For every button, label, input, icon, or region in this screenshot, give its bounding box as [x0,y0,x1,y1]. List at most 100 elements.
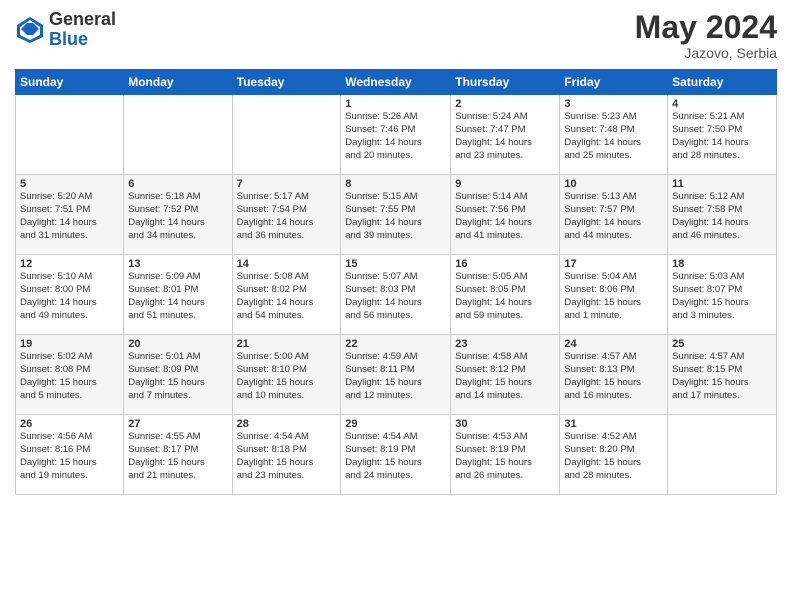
day-number: 30 [455,418,555,430]
location: Jazovo, Serbia [635,45,777,61]
day-number: 22 [345,338,446,350]
calendar-cell: 2Sunrise: 5:24 AM Sunset: 7:47 PM Daylig… [451,95,560,175]
day-number: 20 [128,338,227,350]
weekday-header: Saturday [668,70,777,95]
day-info: Sunrise: 5:13 AM Sunset: 7:57 PM Dayligh… [564,191,663,242]
main-container: General Blue May 2024 Jazovo, Serbia Sun… [0,0,792,505]
calendar-cell [124,95,232,175]
day-number: 17 [564,258,663,270]
day-number: 7 [237,178,337,190]
calendar-cell: 9Sunrise: 5:14 AM Sunset: 7:56 PM Daylig… [451,175,560,255]
header: General Blue May 2024 Jazovo, Serbia [15,10,777,61]
day-number: 5 [20,178,119,190]
logo-icon [15,15,45,45]
day-number: 19 [20,338,119,350]
day-info: Sunrise: 5:26 AM Sunset: 7:46 PM Dayligh… [345,111,446,162]
calendar-week-row: 12Sunrise: 5:10 AM Sunset: 8:00 PM Dayli… [16,255,777,335]
day-info: Sunrise: 4:53 AM Sunset: 8:19 PM Dayligh… [455,431,555,482]
day-info: Sunrise: 5:10 AM Sunset: 8:00 PM Dayligh… [20,271,119,322]
calendar-cell: 16Sunrise: 5:05 AM Sunset: 8:05 PM Dayli… [451,255,560,335]
day-number: 10 [564,178,663,190]
day-number: 14 [237,258,337,270]
day-number: 1 [345,98,446,110]
day-info: Sunrise: 5:04 AM Sunset: 8:06 PM Dayligh… [564,271,663,322]
calendar-cell: 26Sunrise: 4:56 AM Sunset: 8:16 PM Dayli… [16,415,124,495]
calendar-cell: 6Sunrise: 5:18 AM Sunset: 7:52 PM Daylig… [124,175,232,255]
day-number: 26 [20,418,119,430]
calendar-cell: 15Sunrise: 5:07 AM Sunset: 8:03 PM Dayli… [341,255,451,335]
calendar-cell: 23Sunrise: 4:58 AM Sunset: 8:12 PM Dayli… [451,335,560,415]
calendar-cell: 11Sunrise: 5:12 AM Sunset: 7:58 PM Dayli… [668,175,777,255]
calendar-cell: 18Sunrise: 5:03 AM Sunset: 8:07 PM Dayli… [668,255,777,335]
calendar-cell: 13Sunrise: 5:09 AM Sunset: 8:01 PM Dayli… [124,255,232,335]
day-number: 23 [455,338,555,350]
day-number: 12 [20,258,119,270]
day-number: 25 [672,338,772,350]
day-info: Sunrise: 5:12 AM Sunset: 7:58 PM Dayligh… [672,191,772,242]
calendar-cell: 5Sunrise: 5:20 AM Sunset: 7:51 PM Daylig… [16,175,124,255]
day-info: Sunrise: 5:23 AM Sunset: 7:48 PM Dayligh… [564,111,663,162]
calendar-cell: 14Sunrise: 5:08 AM Sunset: 8:02 PM Dayli… [232,255,341,335]
day-info: Sunrise: 5:24 AM Sunset: 7:47 PM Dayligh… [455,111,555,162]
weekday-header: Tuesday [232,70,341,95]
day-number: 31 [564,418,663,430]
day-info: Sunrise: 5:02 AM Sunset: 8:08 PM Dayligh… [20,351,119,402]
calendar-cell: 1Sunrise: 5:26 AM Sunset: 7:46 PM Daylig… [341,95,451,175]
calendar-cell: 10Sunrise: 5:13 AM Sunset: 7:57 PM Dayli… [560,175,668,255]
day-info: Sunrise: 5:17 AM Sunset: 7:54 PM Dayligh… [237,191,337,242]
calendar-cell: 21Sunrise: 5:00 AM Sunset: 8:10 PM Dayli… [232,335,341,415]
day-info: Sunrise: 4:54 AM Sunset: 8:18 PM Dayligh… [237,431,337,482]
calendar-cell: 31Sunrise: 4:52 AM Sunset: 8:20 PM Dayli… [560,415,668,495]
day-number: 11 [672,178,772,190]
calendar-cell: 29Sunrise: 4:54 AM Sunset: 8:19 PM Dayli… [341,415,451,495]
day-number: 29 [345,418,446,430]
calendar-cell: 30Sunrise: 4:53 AM Sunset: 8:19 PM Dayli… [451,415,560,495]
calendar-cell: 19Sunrise: 5:02 AM Sunset: 8:08 PM Dayli… [16,335,124,415]
calendar-cell: 28Sunrise: 4:54 AM Sunset: 8:18 PM Dayli… [232,415,341,495]
calendar-cell: 8Sunrise: 5:15 AM Sunset: 7:55 PM Daylig… [341,175,451,255]
day-number: 15 [345,258,446,270]
calendar-week-row: 1Sunrise: 5:26 AM Sunset: 7:46 PM Daylig… [16,95,777,175]
day-info: Sunrise: 4:59 AM Sunset: 8:11 PM Dayligh… [345,351,446,402]
day-info: Sunrise: 5:03 AM Sunset: 8:07 PM Dayligh… [672,271,772,322]
calendar-cell [232,95,341,175]
calendar-header: SundayMondayTuesdayWednesdayThursdayFrid… [16,70,777,95]
calendar-cell: 17Sunrise: 5:04 AM Sunset: 8:06 PM Dayli… [560,255,668,335]
calendar-cell: 7Sunrise: 5:17 AM Sunset: 7:54 PM Daylig… [232,175,341,255]
weekday-header: Monday [124,70,232,95]
weekday-header: Thursday [451,70,560,95]
day-info: Sunrise: 5:08 AM Sunset: 8:02 PM Dayligh… [237,271,337,322]
weekday-header: Friday [560,70,668,95]
calendar-cell: 4Sunrise: 5:21 AM Sunset: 7:50 PM Daylig… [668,95,777,175]
calendar-cell: 22Sunrise: 4:59 AM Sunset: 8:11 PM Dayli… [341,335,451,415]
calendar-week-row: 5Sunrise: 5:20 AM Sunset: 7:51 PM Daylig… [16,175,777,255]
calendar-week-row: 19Sunrise: 5:02 AM Sunset: 8:08 PM Dayli… [16,335,777,415]
calendar-week-row: 26Sunrise: 4:56 AM Sunset: 8:16 PM Dayli… [16,415,777,495]
logo-text: General Blue [49,10,116,50]
day-info: Sunrise: 5:18 AM Sunset: 7:52 PM Dayligh… [128,191,227,242]
day-info: Sunrise: 5:07 AM Sunset: 8:03 PM Dayligh… [345,271,446,322]
day-info: Sunrise: 5:09 AM Sunset: 8:01 PM Dayligh… [128,271,227,322]
day-info: Sunrise: 4:54 AM Sunset: 8:19 PM Dayligh… [345,431,446,482]
day-info: Sunrise: 5:05 AM Sunset: 8:05 PM Dayligh… [455,271,555,322]
day-number: 8 [345,178,446,190]
day-info: Sunrise: 4:58 AM Sunset: 8:12 PM Dayligh… [455,351,555,402]
day-number: 18 [672,258,772,270]
calendar-cell: 12Sunrise: 5:10 AM Sunset: 8:00 PM Dayli… [16,255,124,335]
weekday-header: Wednesday [341,70,451,95]
calendar-cell: 20Sunrise: 5:01 AM Sunset: 8:09 PM Dayli… [124,335,232,415]
day-number: 6 [128,178,227,190]
day-number: 27 [128,418,227,430]
day-number: 16 [455,258,555,270]
title-block: May 2024 Jazovo, Serbia [635,10,777,61]
day-info: Sunrise: 5:14 AM Sunset: 7:56 PM Dayligh… [455,191,555,242]
day-number: 4 [672,98,772,110]
day-info: Sunrise: 5:15 AM Sunset: 7:55 PM Dayligh… [345,191,446,242]
day-number: 24 [564,338,663,350]
day-info: Sunrise: 4:57 AM Sunset: 8:15 PM Dayligh… [672,351,772,402]
weekday-row: SundayMondayTuesdayWednesdayThursdayFrid… [16,70,777,95]
calendar-cell: 27Sunrise: 4:55 AM Sunset: 8:17 PM Dayli… [124,415,232,495]
calendar-cell [668,415,777,495]
day-info: Sunrise: 5:21 AM Sunset: 7:50 PM Dayligh… [672,111,772,162]
day-number: 13 [128,258,227,270]
